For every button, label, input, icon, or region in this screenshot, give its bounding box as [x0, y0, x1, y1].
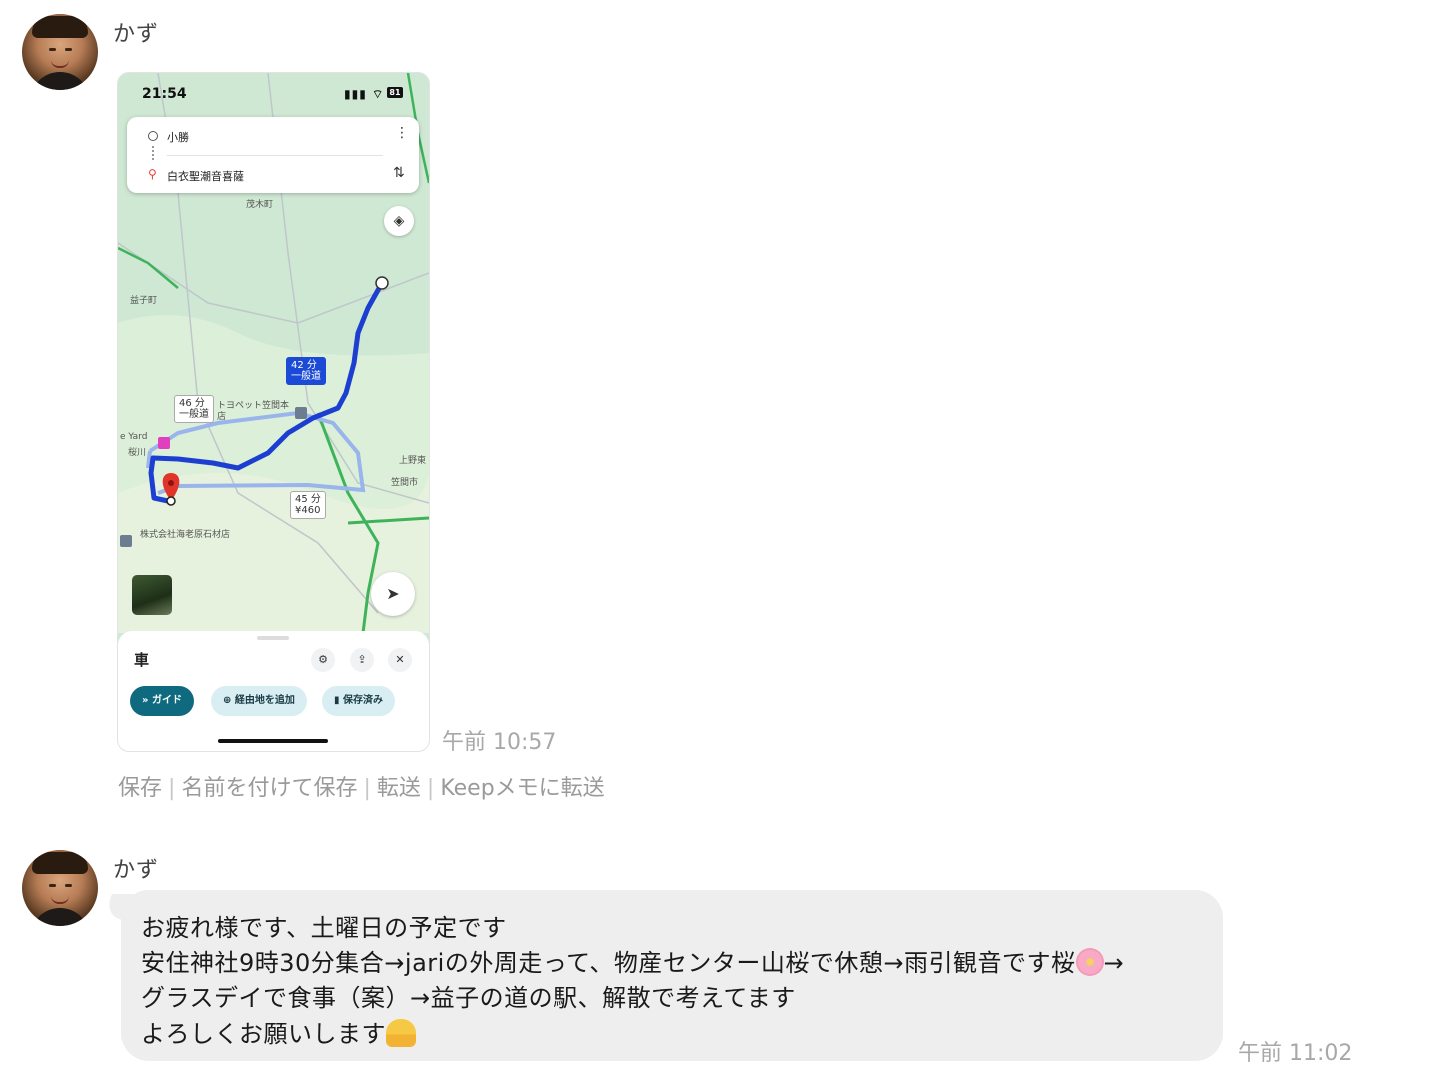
- message-line: お疲れ様です、土曜日の予定です: [141, 914, 507, 942]
- save-as-link[interactable]: 名前を付けて保存: [181, 776, 357, 801]
- route-time-chip-selected: 42 分 一般道: [286, 357, 326, 385]
- map-label: 株式会社海老原石材店: [140, 530, 231, 540]
- map-label: e Yard: [120, 432, 148, 442]
- add-stop-chip: ⊕ 経由地を追加: [211, 686, 307, 716]
- swap-icon: ⇅: [393, 165, 405, 181]
- sheet-handle: [257, 636, 289, 640]
- travel-mode-label: 車: [134, 651, 150, 669]
- image-actions-bar: 保存 | 名前を付けて保存 | 転送 | Keepメモに転送: [118, 776, 605, 801]
- divider: [167, 155, 383, 156]
- route-time-chip: 46 分 一般道: [174, 395, 214, 423]
- map-label: トヨペット笠間本店: [217, 401, 290, 422]
- bowing-person-icon: [386, 1019, 416, 1047]
- message-line: 安住神社9時30分集合→jariの外周走って、物産センター山桜で休憩→雨引観音で…: [141, 948, 1125, 977]
- more-options-icon: ⋮: [395, 125, 409, 141]
- sender-name: かず: [113, 858, 160, 883]
- sender-name: かず: [113, 22, 160, 47]
- message-line: グラスデイで食事（案）→益子の道の駅、解散で考えてます: [141, 984, 796, 1012]
- battery-badge: 81: [387, 87, 403, 98]
- guide-chip: » ガイド: [130, 686, 194, 716]
- forward-link[interactable]: 転送: [377, 776, 421, 801]
- phone-status-bar: 21:54 ▮▮▮ ⌔ 81: [118, 73, 429, 113]
- destination-pin-icon: ⚲: [148, 167, 157, 181]
- close-icon: ✕: [388, 648, 412, 672]
- map-label: 笠間市: [391, 478, 419, 488]
- saved-chip: ▮ 保存済み: [322, 686, 395, 716]
- forward-to-keep-link[interactable]: Keepメモに転送: [440, 776, 604, 801]
- route-dots-icon: [152, 146, 156, 160]
- map-label: 桜川: [128, 448, 147, 458]
- message-time: 午前 10:57: [442, 730, 557, 755]
- origin-icon: [148, 131, 158, 141]
- map-label: 益子町: [130, 296, 158, 306]
- map-label: 茂木町: [246, 200, 274, 210]
- destination-field: 白衣聖潮音喜薩: [167, 170, 244, 183]
- origin-field: 小勝: [167, 131, 189, 144]
- directions-sheet: 車 ⚙ ⇪ ✕ » ガイド ⊕ 経由地を追加 ▮ 保存済み: [118, 631, 429, 751]
- navigation-arrow-icon: ➤: [371, 572, 415, 616]
- layers-icon: ◈: [384, 206, 414, 236]
- sender-avatar[interactable]: [22, 850, 98, 926]
- home-indicator: [218, 739, 328, 743]
- message-time: 午前 11:02: [1238, 1041, 1353, 1066]
- map-label: 上野東: [399, 456, 427, 466]
- signal-wifi-icon: ▮▮▮ ⌔: [344, 87, 385, 101]
- status-time: 21:54: [142, 86, 187, 102]
- tune-icon: ⚙: [311, 648, 335, 672]
- share-icon: ⇪: [350, 648, 374, 672]
- route-time-chip: 45 分 ¥460: [290, 491, 326, 519]
- message-line: よろしくお願いします: [141, 1014, 416, 1049]
- route-input-box: 小勝 ⚲ 白衣聖潮音喜薩 ⋮ ⇅: [127, 117, 419, 193]
- bookmark-icon: ▮: [334, 695, 340, 706]
- street-view-thumbnail: [132, 575, 172, 615]
- map-screenshot-image[interactable]: 21:54 ▮▮▮ ⌔ 81 小勝 ⚲ 白衣聖潮音喜薩 ⋮ ⇅ ◈ 茂木町 益子…: [117, 72, 430, 752]
- save-link[interactable]: 保存: [118, 776, 162, 801]
- cherry-blossom-icon: [1075, 948, 1104, 976]
- sender-avatar[interactable]: [22, 14, 98, 90]
